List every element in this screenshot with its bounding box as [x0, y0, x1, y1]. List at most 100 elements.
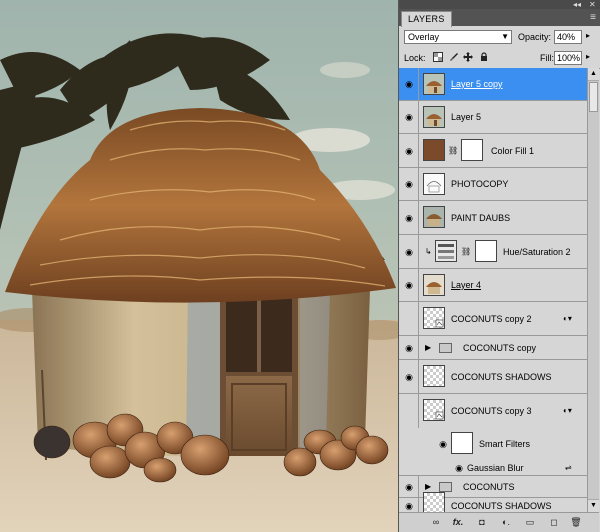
layer-visibility-toggle[interactable]	[399, 302, 419, 335]
new-adjustment-layer-icon[interactable]: ◐.	[499, 516, 513, 529]
layer-visibility-toggle[interactable]: ◉	[399, 101, 419, 133]
eye-icon: ◉	[405, 280, 413, 290]
eye-icon: ◉	[405, 179, 413, 189]
fill-field[interactable]: 100%	[554, 51, 582, 65]
link-icon: ⛓	[448, 146, 459, 155]
opacity-slider-arrow-icon[interactable]: ▸	[586, 31, 590, 40]
layers-list: ◉ Layer 5 copy ◉ Layer 5 ◉ ⛓ Color Fill …	[399, 68, 587, 512]
tab-layers[interactable]: LAYERS	[401, 11, 452, 27]
lock-transparent-icon[interactable]	[433, 52, 443, 62]
layer-visibility-toggle[interactable]: ◉	[399, 336, 419, 359]
layer-thumbnail	[423, 106, 445, 128]
smart-object-thumbnail	[423, 399, 445, 421]
layer-group-row[interactable]: ◉ ▶ COCONUTS copy	[399, 336, 587, 360]
layer-name: COCONUTS SHADOWS	[451, 501, 552, 511]
expand-triangle-icon[interactable]: ▶	[425, 343, 431, 352]
eye-icon[interactable]: ◉	[453, 464, 465, 473]
layers-scrollbar[interactable]: ▲ ▼	[587, 68, 599, 512]
layer-visibility-toggle[interactable]: ◉	[399, 168, 419, 200]
layer-row[interactable]: ◉ Layer 5 copy	[399, 68, 587, 101]
layer-visibility-toggle[interactable]: ◉	[399, 269, 419, 301]
add-layer-style-icon[interactable]: fx.	[451, 516, 465, 529]
layer-row[interactable]: COCONUTS copy 3 ◐▾	[399, 394, 587, 428]
layer-mask-thumbnail	[461, 139, 483, 161]
layer-name: Gaussian Blur	[467, 463, 524, 473]
layer-visibility-toggle[interactable]: ◉	[399, 201, 419, 234]
layer-visibility-toggle[interactable]: ◉	[399, 134, 419, 167]
layer-visibility-toggle[interactable]: ◉	[399, 360, 419, 393]
layer-visibility-toggle[interactable]: ◉	[399, 498, 419, 512]
scroll-thumb[interactable]	[589, 82, 598, 112]
panel-menu-icon[interactable]: ≡	[590, 12, 596, 23]
close-panel-icon[interactable]: ✕	[589, 0, 596, 9]
smart-filter-badge-icon[interactable]: ◐▾	[563, 406, 572, 415]
layer-name: Smart Filters	[479, 439, 531, 449]
layer-row[interactable]: ◉ COCONUTS SHADOWS	[399, 360, 587, 394]
layer-name: COCONUTS copy	[463, 343, 537, 353]
chevron-down-icon: ▼	[501, 32, 509, 41]
hut-illustration	[0, 0, 398, 532]
layer-thumbnail	[423, 173, 445, 195]
layer-visibility-toggle[interactable]	[399, 394, 419, 428]
layer-name: PHOTOCOPY	[451, 179, 509, 189]
new-group-icon[interactable]: ▭	[523, 516, 537, 529]
eye-icon: ◉	[405, 343, 413, 353]
folder-icon	[439, 482, 452, 492]
add-mask-icon[interactable]: ◘	[475, 516, 489, 529]
lock-row: Lock: Fill: 100% ▸	[399, 48, 600, 69]
scroll-down-icon[interactable]: ▼	[588, 499, 599, 512]
layer-row[interactable]: ◉ PAINT DAUBS	[399, 201, 587, 235]
color-fill-thumbnail	[423, 139, 445, 161]
layer-row[interactable]: COCONUTS copy 2 ◐▾	[399, 302, 587, 336]
layer-visibility-toggle[interactable]: ◉	[399, 235, 419, 268]
delete-layer-icon[interactable]: 🗑	[569, 516, 583, 529]
layer-visibility-toggle[interactable]: ◉	[399, 68, 419, 100]
filter-mask-thumbnail	[451, 432, 473, 454]
panel-tab-row: LAYERS ≡	[399, 9, 600, 27]
panel-title-strip: ◂◂ ✕	[399, 0, 600, 9]
layer-row[interactable]: ◉ Layer 4	[399, 269, 587, 302]
collapse-panel-icon[interactable]: ◂◂	[573, 0, 581, 9]
adjustment-thumbnail	[435, 240, 457, 262]
lock-icon[interactable]	[479, 52, 489, 62]
eye-icon: ◉	[405, 501, 413, 511]
fill-slider-arrow-icon[interactable]: ▸	[586, 52, 590, 61]
link-layers-icon[interactable]: ∞	[429, 516, 443, 529]
layer-name: PAINT DAUBS	[451, 213, 511, 223]
opacity-field[interactable]: 40%	[554, 30, 582, 44]
layer-row[interactable]: ◉ ⛓ Color Fill 1	[399, 134, 587, 168]
brush-icon[interactable]	[449, 52, 459, 62]
fx-badge-icon[interactable]: ◐▾	[563, 314, 572, 323]
layers-bottom-toolbar: ∞ fx. ◘ ◐. ▭ ◻ 🗑	[399, 512, 599, 532]
link-icon: ⛓	[461, 247, 472, 256]
smart-object-thumbnail	[423, 307, 445, 329]
layer-name: Color Fill 1	[491, 146, 535, 156]
eye-icon[interactable]: ◉	[437, 440, 449, 449]
fill-label: Fill:	[540, 53, 554, 63]
opacity-label: Opacity:	[518, 32, 552, 42]
layer-visibility-spacer	[399, 428, 419, 460]
folder-icon	[439, 343, 452, 353]
expand-triangle-icon[interactable]: ▶	[425, 482, 431, 491]
layers-panel: ◂◂ ✕ LAYERS ≡ Overlay ▼ Opacity: 40% ▸ L…	[398, 0, 600, 532]
layer-name: COCONUTS copy 3	[451, 406, 532, 416]
layer-name: Layer 5 copy	[451, 79, 503, 89]
layer-mask-thumbnail	[475, 240, 497, 262]
layer-row[interactable]: ◉ COCONUTS SHADOWS	[399, 492, 587, 512]
layer-row[interactable]: ◉ Layer 5	[399, 101, 587, 134]
blend-mode-select[interactable]: Overlay ▼	[404, 30, 512, 44]
new-layer-icon[interactable]: ◻	[547, 516, 561, 529]
layer-thumbnail	[423, 274, 445, 296]
filter-row[interactable]: ◉ Gaussian Blur ⇌	[399, 460, 587, 476]
eye-icon: ◉	[405, 79, 413, 89]
layer-thumbnail	[423, 73, 445, 95]
layer-name: COCONUTS copy 2	[451, 314, 532, 324]
scroll-up-icon[interactable]: ▲	[588, 68, 599, 81]
eye-icon: ◉	[405, 372, 413, 382]
smart-filters-row[interactable]: ◉ Smart Filters	[399, 428, 587, 460]
filter-options-icon[interactable]: ⇌	[565, 463, 572, 472]
layer-visibility-toggle[interactable]: ◉	[399, 476, 419, 497]
layer-row[interactable]: ◉ PHOTOCOPY	[399, 168, 587, 201]
move-icon[interactable]	[463, 52, 473, 62]
layer-row[interactable]: ◉ ↳ ⛓ Hue/Saturation 2	[399, 235, 587, 269]
